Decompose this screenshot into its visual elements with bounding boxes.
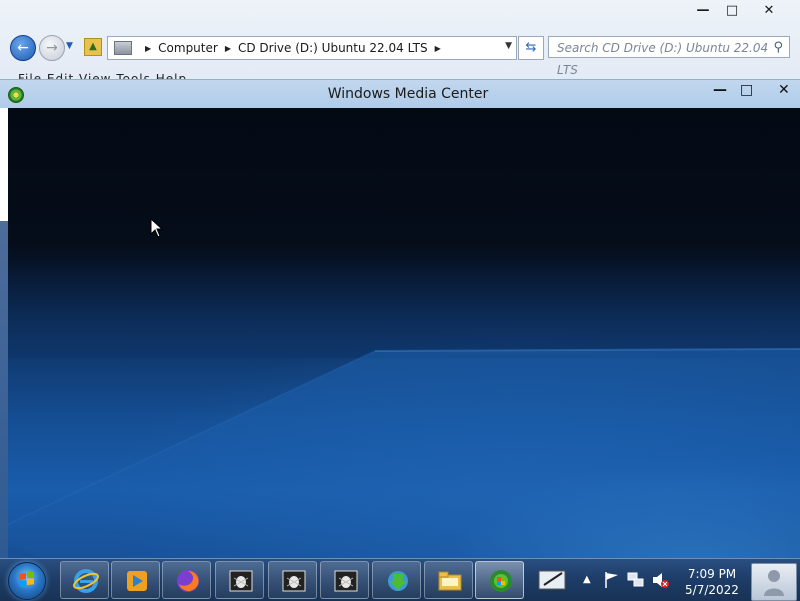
wmc-background-floor	[0, 258, 800, 558]
mouse-cursor-icon	[150, 218, 164, 238]
media-player-icon	[127, 571, 147, 591]
taskbar-download-manager[interactable]	[372, 561, 421, 599]
taskbar-file-explorer[interactable]	[424, 561, 473, 599]
taskbar-app-bug-2[interactable]	[268, 561, 317, 599]
address-dropdown-icon[interactable]: ▼	[505, 41, 512, 51]
clock-date: 5/7/2022	[685, 583, 739, 597]
wmc-minimize-button[interactable]: —	[713, 82, 727, 98]
breadcrumb-separator-icon[interactable]: ▶	[145, 44, 151, 53]
address-bar[interactable]: ▶ Computer ▶ CD Drive (D:) Ubuntu 22.04 …	[107, 36, 517, 60]
desktop-edge-lower	[0, 221, 8, 558]
system-tray: ▲ 7:09 PM 5/7/2022	[532, 561, 800, 601]
bug-icon	[229, 570, 253, 592]
taskbar-internet-explorer[interactable]	[60, 561, 109, 599]
taskbar-firefox[interactable]	[162, 561, 211, 599]
network-icon[interactable]	[627, 571, 645, 589]
wmc-close-button[interactable]: ✕	[778, 82, 790, 98]
wmc-maximize-button[interactable]: □	[740, 82, 753, 98]
wmc-content-area[interactable]	[0, 108, 800, 558]
bug-icon	[334, 570, 358, 592]
user-avatar[interactable]	[751, 563, 797, 601]
pen-input-icon[interactable]	[538, 569, 568, 591]
breadcrumb-computer[interactable]: Computer	[158, 41, 218, 55]
taskbar-windows-media-player[interactable]	[111, 561, 160, 599]
explorer-close-button[interactable]: ✕	[758, 4, 780, 18]
explorer-maximize-button[interactable]: □	[721, 4, 743, 18]
refresh-button[interactable]: ⇆	[518, 36, 544, 60]
breadcrumb-separator-icon[interactable]: ▶	[225, 44, 231, 53]
taskbar-clock[interactable]: 7:09 PM 5/7/2022	[680, 566, 744, 598]
forward-button[interactable]: →	[39, 35, 65, 61]
window-title: Windows Media Center	[327, 86, 489, 102]
windows-media-center-icon	[490, 570, 512, 592]
explorer-minimize-button[interactable]: —	[692, 4, 714, 18]
user-icon	[764, 570, 784, 596]
breadcrumb-cd-drive[interactable]: CD Drive (D:) Ubuntu 22.04 LTS	[238, 41, 428, 55]
taskbar-app-bug-3[interactable]	[320, 561, 369, 599]
recent-pages-dropdown-icon[interactable]: ▼	[66, 41, 73, 51]
download-manager-icon	[388, 571, 408, 591]
desktop-edge	[0, 108, 8, 221]
taskbar-windows-media-center[interactable]	[475, 561, 524, 599]
search-input[interactable]: Search CD Drive (D:) Ubuntu 22.04 LTS ⚲	[548, 36, 790, 77]
search-icon: ⚲	[773, 40, 783, 55]
taskbar-app-bug-1[interactable]	[215, 561, 264, 599]
folder-icon	[438, 571, 462, 591]
firefox-icon	[177, 570, 199, 592]
folder-up-icon[interactable]: ▲	[84, 38, 102, 56]
start-button[interactable]	[8, 562, 46, 600]
clock-time: 7:09 PM	[687, 567, 737, 581]
breadcrumb-separator-icon[interactable]: ▶	[435, 44, 441, 53]
show-hidden-icons-icon[interactable]: ▲	[583, 574, 591, 585]
action-center-flag-icon[interactable]	[604, 571, 620, 589]
wmc-titlebar[interactable]: Windows Media Center — □ ✕	[0, 79, 800, 109]
windows-flag-icon	[19, 572, 34, 587]
explorer-window: — □ ✕ ← → ▼ ▲ ▶ Computer ▶ CD Drive (D:)…	[0, 0, 800, 85]
internet-explorer-icon	[73, 569, 99, 593]
computer-icon	[114, 41, 132, 55]
volume-muted-icon[interactable]	[652, 571, 670, 589]
bug-icon	[282, 570, 306, 592]
back-button[interactable]: ←	[10, 35, 36, 61]
taskbar: ▲ 7:09 PM 5/7/2022	[0, 558, 800, 601]
